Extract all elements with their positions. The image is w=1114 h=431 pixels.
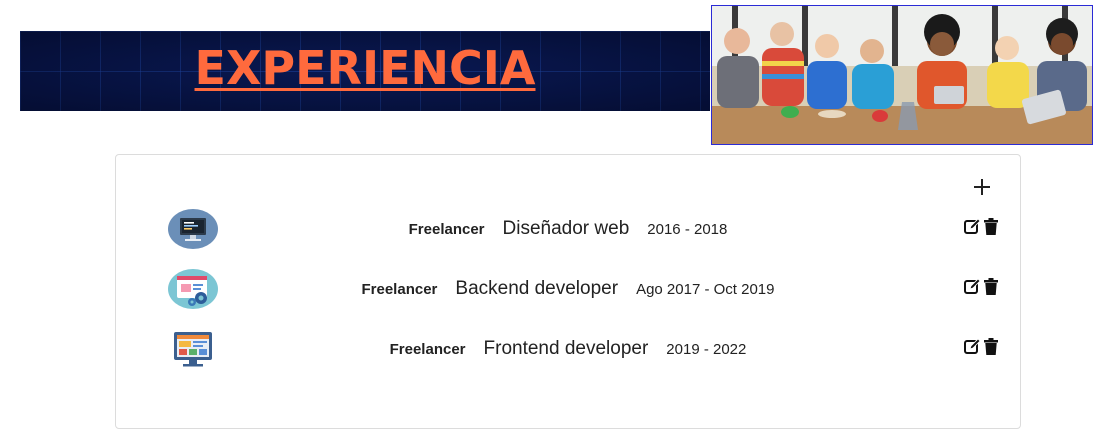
trash-icon[interactable] [984,278,998,295]
experience-row: Freelancer Frontend developer 2019 - 2022 [116,328,1020,374]
trash-icon[interactable] [984,338,998,355]
page-title: EXPERIENCIA [194,41,536,95]
experience-row: Freelancer Backend developer Ago 2017 - Oc… [116,268,1020,314]
experience-details: Freelancer Backend developer Ago 2017 - Oc… [226,278,910,300]
web-layout-icon [168,328,218,370]
experience-company: Freelancer [408,221,485,238]
edit-icon[interactable] [964,218,981,235]
edit-icon[interactable] [964,338,981,355]
experience-card: Freelancer Diseñador web 2016 - 2018 Fre… [115,154,1021,429]
experience-period: 2019 - 2022 [666,341,747,358]
edit-icon[interactable] [964,278,981,295]
experience-role: Frontend developer [483,338,649,359]
monitor-code-icon [168,208,218,250]
experience-period: Ago 2017 - Oct 2019 [636,281,775,298]
screen-gears-icon [168,268,218,310]
experience-period: 2016 - 2018 [647,221,728,238]
experience-role: Diseñador web [502,218,630,239]
experience-role: Backend developer [455,278,619,299]
trash-icon[interactable] [984,218,998,235]
experience-banner: EXPERIENCIA [20,31,710,111]
experience-details: Freelancer Diseñador web 2016 - 2018 [226,218,910,240]
people-with-devices-photo [711,5,1093,145]
experience-details: Freelancer Frontend developer 2019 - 2022 [226,338,910,360]
experience-row: Freelancer Diseñador web 2016 - 2018 [116,208,1020,254]
experience-company: Freelancer [361,281,438,298]
add-experience-button[interactable] [974,179,990,195]
experience-company: Freelancer [389,341,466,358]
